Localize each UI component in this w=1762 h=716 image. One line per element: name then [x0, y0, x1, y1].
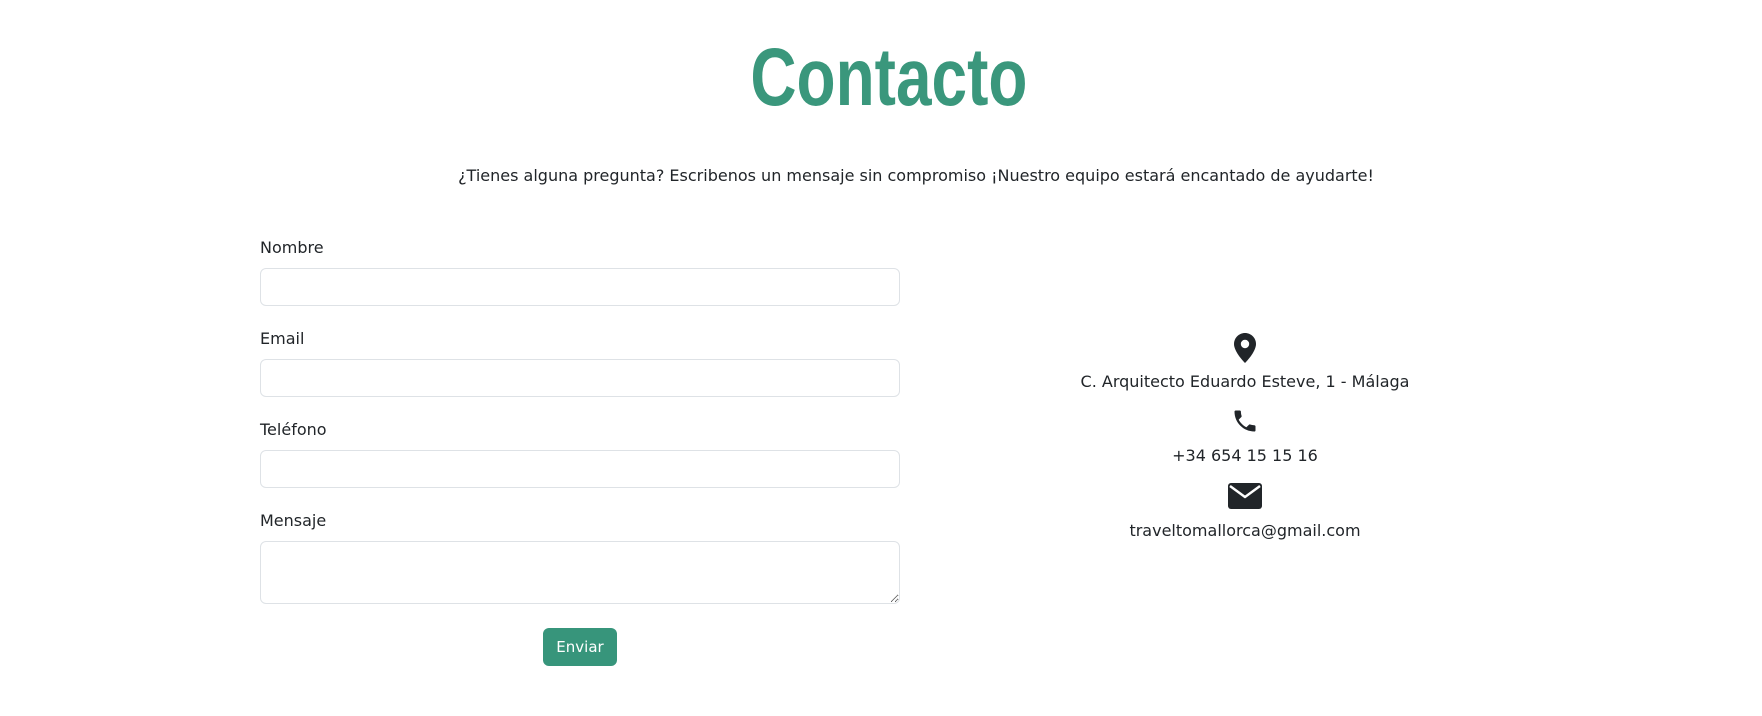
map-marker-icon	[1234, 333, 1256, 363]
contact-form: Nombre Email Teléfono Mensaje Enviar	[260, 236, 900, 666]
phone-text: +34 654 15 15 16	[1172, 446, 1318, 465]
phone-input[interactable]	[260, 450, 900, 488]
email-text: traveltomallorca@gmail.com	[1129, 521, 1361, 540]
contact-info: C. Arquitecto Eduardo Esteve, 1 - Málaga…	[1000, 333, 1490, 542]
contact-page: Contacto ¿Tienes alguna pregunta? Escrib…	[0, 0, 1762, 716]
phone-label: Teléfono	[260, 420, 327, 439]
envelope-icon	[1228, 483, 1262, 509]
email-input[interactable]	[260, 359, 900, 397]
name-label: Nombre	[260, 238, 324, 257]
page-subtitle: ¿Tienes alguna pregunta? Escribenos un m…	[458, 166, 1374, 185]
email-label: Email	[260, 329, 305, 348]
phone-icon	[1234, 410, 1256, 432]
submit-row: Enviar	[260, 628, 900, 666]
message-textarea[interactable]	[260, 541, 900, 604]
message-label: Mensaje	[260, 511, 327, 530]
address-text: C. Arquitecto Eduardo Esteve, 1 - Málaga	[1080, 372, 1410, 391]
name-input[interactable]	[260, 268, 900, 306]
page-title: Contacto	[750, 32, 1028, 123]
send-button[interactable]: Enviar	[543, 628, 617, 666]
